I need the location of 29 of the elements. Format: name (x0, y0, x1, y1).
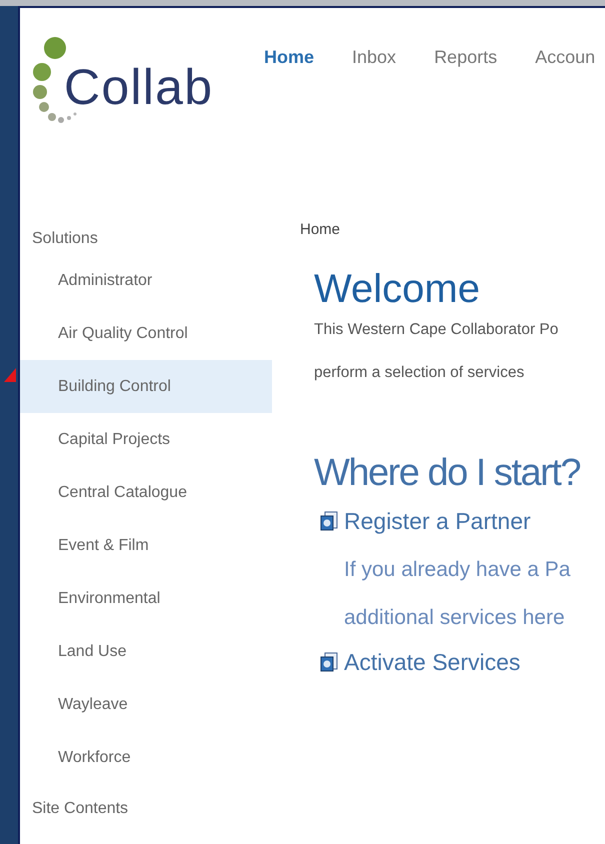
nav-tab[interactable]: Accoun (535, 44, 596, 71)
sidebar-item[interactable]: Land Use (20, 625, 272, 678)
nav-tab[interactable]: Inbox (352, 44, 396, 71)
sidebar-link[interactable]: Site Contents (20, 794, 272, 824)
start-link[interactable]: Activate Services (344, 645, 520, 680)
sidebar-item[interactable]: Administrator (20, 254, 272, 307)
sidebar-item[interactable]: Capital Projects (20, 413, 272, 466)
sidebar-heading[interactable]: Solutions (20, 224, 272, 254)
welcome-text: perform a selection of services (314, 362, 526, 383)
logo-text: Collab (64, 62, 214, 112)
document-icon (320, 652, 338, 672)
section-heading: Where do I start? (314, 451, 580, 496)
document-icon (320, 510, 338, 531)
link-description: additional services here (344, 604, 566, 630)
sidebar-item[interactable]: Event & Film (20, 519, 272, 572)
sidebar-item[interactable]: Workforce (20, 731, 272, 784)
welcome-heading: Welcome (314, 266, 481, 312)
sidebar-item[interactable]: Environmental (20, 572, 272, 625)
welcome-text: This Western Cape Collaborator Po (314, 320, 560, 340)
nav-tab[interactable]: Home (264, 44, 314, 71)
sidebar-item[interactable]: Central Catalogue (20, 466, 272, 519)
pointer-arrow-icon (4, 368, 16, 382)
breadcrumb[interactable]: Home (300, 219, 605, 242)
start-link[interactable]: Register a Partner (344, 504, 531, 538)
nav-tab[interactable]: Reports (434, 44, 498, 71)
link-description: If you already have a Pa (344, 557, 572, 583)
sidebar-item[interactable]: Air Quality Control (20, 307, 272, 360)
sidebar-item[interactable]: Wayleave (20, 678, 272, 731)
sidebar-item[interactable]: Building Control (20, 360, 272, 413)
